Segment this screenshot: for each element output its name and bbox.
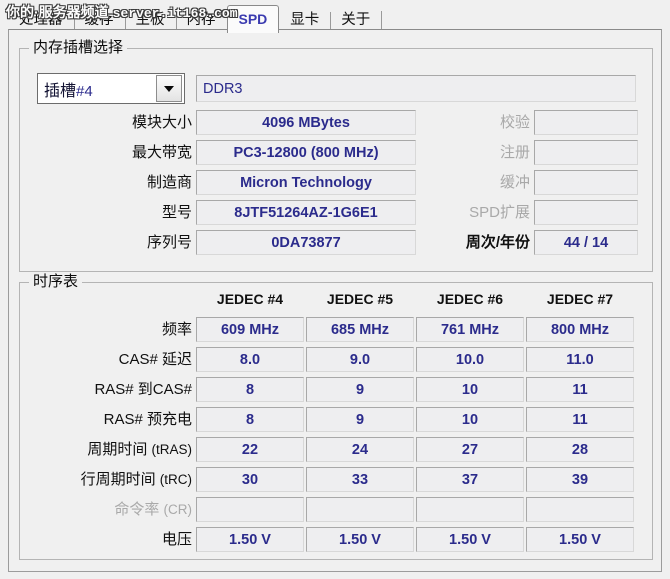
timing-cell-r6-c2 — [416, 497, 524, 522]
slot-label-4: 序列号 — [146, 234, 192, 251]
timing-column-header-0: JEDEC #4 — [216, 291, 284, 307]
slot-label-2: 制造商 — [146, 174, 192, 191]
slot-right-label-4: 周次/年份 — [465, 234, 530, 251]
timing-cell-r4-c3: 28 — [526, 437, 634, 462]
timing-cell-r2-c2: 10 — [416, 377, 524, 402]
tab-bar: 处理器 缓存 主板 内存 SPD 显卡 关于 — [8, 2, 668, 33]
timing-cell-r3-c0: 8 — [196, 407, 304, 432]
timing-cell-r7-c0: 1.50 V — [196, 527, 304, 552]
timing-row-label-0: 频率 — [20, 319, 192, 341]
timing-column-header-1: JEDEC #5 — [326, 291, 394, 307]
tab-spd[interactable]: SPD — [226, 5, 280, 33]
timing-row-label-4: 周期时间 (tRAS) — [20, 439, 192, 461]
timing-cell-r4-c2: 27 — [416, 437, 524, 462]
timing-cell-r7-c3: 1.50 V — [526, 527, 634, 552]
timing-cell-r7-c2: 1.50 V — [416, 527, 524, 552]
timing-cell-r2-c3: 11 — [526, 377, 634, 402]
timing-cell-r2-c1: 9 — [306, 377, 414, 402]
slot-right-label-0: 校验 — [499, 114, 530, 131]
slot-select-prefix: 插槽 — [44, 82, 77, 100]
timing-row-label-main-3: RAS# 预充电 — [103, 411, 192, 428]
timing-row-label-main-1: CAS# 延迟 — [118, 351, 192, 368]
timing-row-label-sub-6: (CR) — [163, 502, 193, 517]
timing-row-label-main-2: RAS# 到CAS# — [94, 381, 192, 398]
slot-label-0: 模块大小 — [131, 114, 192, 131]
timing-cell-r3-c3: 11 — [526, 407, 634, 432]
timing-table-legend: 时序表 — [29, 273, 83, 290]
timing-column-header-3: JEDEC #7 — [546, 291, 614, 307]
slot-right-value-0 — [534, 110, 638, 135]
timing-cell-r0-c2: 761 MHz — [416, 317, 524, 342]
timing-row-label-2: RAS# 到CAS# — [20, 379, 192, 401]
memory-slot-selection-group: 内存插槽选择 插槽#4 DDR3 模块大小 4096 MBytes 最大带宽 PC3-… — [19, 39, 653, 272]
slot-right-value-1 — [534, 140, 638, 165]
timing-cell-r3-c2: 10 — [416, 407, 524, 432]
timing-cell-r7-c1: 1.50 V — [306, 527, 414, 552]
timing-row-label-1: CAS# 延迟 — [20, 349, 192, 371]
slot-right-label-2: 缓冲 — [499, 174, 530, 191]
slot-right-label-1: 注册 — [499, 144, 530, 161]
timing-row-label-main-5: 行周期时间 — [80, 471, 156, 488]
slot-select-number: #4 — [76, 82, 93, 100]
timing-cell-r1-c1: 9.0 — [306, 347, 414, 372]
timing-cell-r5-c1: 33 — [306, 467, 414, 492]
timing-table-group: 时序表 JEDEC #4 JEDEC #5 JEDEC #6 JEDEC #7 频率 6… — [19, 273, 653, 560]
timing-cell-r2-c0: 8 — [196, 377, 304, 402]
slot-select-value: 插槽#4 — [38, 77, 156, 101]
slot-right-value-2 — [534, 170, 638, 195]
timing-row-label-main-6: 命令率 — [114, 501, 160, 518]
timing-cell-r6-c3 — [526, 497, 634, 522]
timing-row-label-sub-4: (tRAS) — [151, 442, 193, 457]
tab-content-spd: 内存插槽选择 插槽#4 DDR3 模块大小 4096 MBytes 最大带宽 PC3-… — [8, 29, 662, 572]
cpuz-window: 你的·服务器频道 server.it168.com 处理器 缓存 主板 内存 SPD 显卡… — [0, 0, 670, 579]
timing-cell-r5-c0: 30 — [196, 467, 304, 492]
slot-label-1: 最大带宽 — [131, 144, 192, 161]
timing-cell-r1-c0: 8.0 — [196, 347, 304, 372]
timing-cell-r4-c1: 24 — [306, 437, 414, 462]
timing-cell-r6-c0 — [196, 497, 304, 522]
memory-slot-selection-legend: 内存插槽选择 — [29, 39, 128, 56]
timing-cell-r3-c1: 9 — [306, 407, 414, 432]
chevron-down-icon[interactable] — [156, 75, 182, 102]
timing-cell-r6-c1 — [306, 497, 414, 522]
timing-cell-r0-c3: 800 MHz — [526, 317, 634, 342]
timing-cell-r4-c0: 22 — [196, 437, 304, 462]
timing-cell-r5-c2: 37 — [416, 467, 524, 492]
tab-strip-end-divider — [381, 11, 383, 30]
slot-label-3: 型号 — [161, 204, 192, 221]
timing-cell-r0-c1: 685 MHz — [306, 317, 414, 342]
slot-right-value-3 — [534, 200, 638, 225]
slot-right-value-4: 44 / 14 — [534, 230, 638, 255]
timing-cell-r1-c2: 10.0 — [416, 347, 524, 372]
timing-row-label-main-0: 频率 — [161, 321, 192, 338]
timing-row-label-main-4: 周期时间 — [87, 441, 148, 458]
timing-row-label-5: 行周期时间 (tRC) — [20, 469, 192, 491]
slot-right-label-3: SPD扩展 — [469, 204, 530, 221]
timing-cell-r0-c0: 609 MHz — [196, 317, 304, 342]
timing-row-label-7: 电压 — [20, 529, 192, 551]
timing-cell-r1-c3: 11.0 — [526, 347, 634, 372]
timing-row-label-6: 命令率 (CR) — [20, 499, 192, 521]
module-type-field: DDR3 — [196, 75, 636, 102]
timing-row-label-sub-5: (tRC) — [159, 472, 192, 487]
timing-row-label-main-7: 电压 — [161, 531, 192, 548]
timing-cell-r5-c3: 39 — [526, 467, 634, 492]
timing-row-label-3: RAS# 预充电 — [20, 409, 192, 431]
slot-select-dropdown[interactable]: 插槽#4 — [37, 73, 185, 104]
timing-column-header-2: JEDEC #6 — [436, 291, 504, 307]
